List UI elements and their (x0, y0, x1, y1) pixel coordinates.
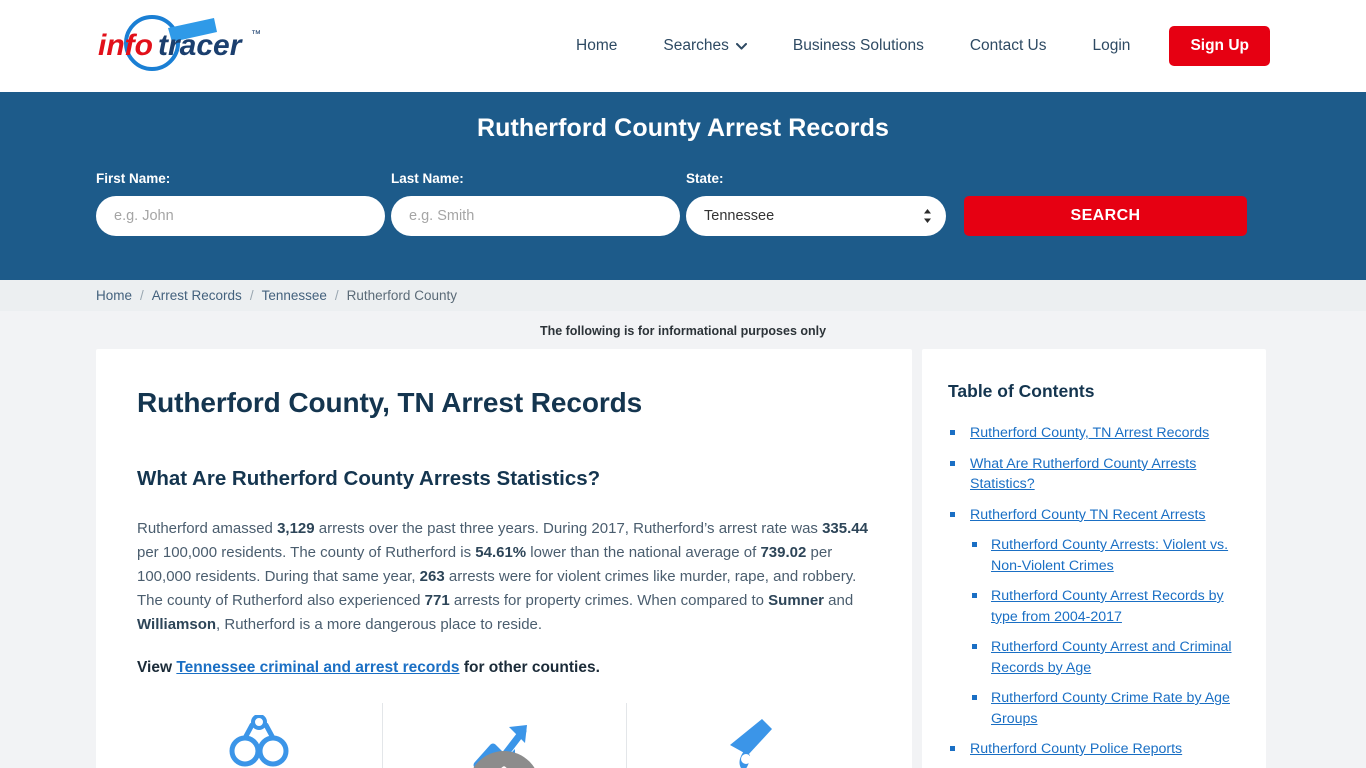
tennessee-records-link[interactable]: Tennessee criminal and arrest records (176, 659, 459, 676)
first-name-input[interactable] (96, 196, 385, 236)
toc-link-arrests-statistics[interactable]: What Are Rutherford County Arrests Stati… (970, 456, 1196, 493)
search-button[interactable]: SEARCH (964, 196, 1247, 236)
compare-county-sumner: Sumner (768, 592, 825, 609)
svg-text:info: info (98, 29, 153, 62)
view-text-before: View (137, 659, 177, 676)
state-select-wrapper: Tennessee (686, 196, 946, 236)
logo-graphic: info tracer ™ (98, 15, 261, 71)
nav-item-business-solutions[interactable]: Business Solutions (770, 37, 947, 55)
statistics-section-title: What Are Rutherford County Arrests Stati… (137, 467, 601, 490)
breadcrumb-item-tennessee[interactable]: Tennessee (262, 288, 327, 303)
toc-link-violent-vs-nonviolent[interactable]: Rutherford County Arrests: Violent vs. N… (991, 537, 1228, 574)
nav-item-searches[interactable]: Searches (640, 37, 769, 55)
chevron-down-icon (735, 42, 747, 50)
infotracer-logo[interactable]: info tracer ™ (96, 15, 271, 77)
svg-text:tracer: tracer (158, 29, 244, 62)
toc-link-records-by-age[interactable]: Rutherford County Arrest and Criminal Re… (991, 639, 1232, 676)
toc-subitem: Rutherford County Arrests: Violent vs. N… (970, 535, 1240, 576)
breadcrumb-item-home[interactable]: Home (96, 288, 132, 303)
toc-sublist: Rutherford County Arrests: Violent vs. N… (970, 535, 1240, 729)
breadcrumb-separator: / (140, 288, 144, 303)
page-title: Rutherford County, TN Arrest Records (137, 387, 643, 418)
toc-link-crime-rate-by-age-groups[interactable]: Rutherford County Crime Rate by Age Grou… (991, 690, 1230, 727)
site-header: info tracer ™ Home Searches Business Sol… (0, 0, 1366, 92)
icon-cell-handcuffs[interactable] (137, 709, 382, 768)
para-text-1: Rutherford amassed (137, 520, 278, 537)
para-text-2: arrests over the past three years. Durin… (314, 520, 823, 537)
first-name-label: First Name: (96, 171, 171, 186)
stat-violent-arrests: 263 (419, 568, 445, 585)
toc-link-records-by-type[interactable]: Rutherford County Arrest Records by type… (991, 588, 1224, 625)
toc-item: Rutherford County, TN Arrest Records (948, 423, 1240, 444)
table-of-contents-card: Table of Contents Rutherford County, TN … (922, 349, 1266, 768)
search-button-group: SEARCH (964, 196, 1247, 236)
informational-notice: The following is for informational purpo… (539, 324, 827, 338)
para-text-7: arrests for property crimes. When compar… (449, 592, 769, 609)
icon-cell-gun[interactable] (626, 703, 871, 768)
search-banner: Rutherford County Arrest Records First N… (0, 92, 1366, 280)
nav-item-contact-us[interactable]: Contact Us (947, 37, 1070, 55)
nav-item-home[interactable]: Home (553, 37, 640, 55)
stat-national-average: 739.02 (760, 544, 807, 561)
table-of-contents-list: Rutherford County, TN Arrest Records Wha… (948, 423, 1240, 768)
banner-title: Rutherford County Arrest Records (476, 114, 890, 142)
view-text-after: for other counties. (459, 659, 600, 676)
main-content-card: Rutherford County, TN Arrest Records Wha… (96, 349, 912, 768)
toc-link-recent-arrests[interactable]: Rutherford County TN Recent Arrests (970, 507, 1206, 523)
compare-county-williamson: Williamson (137, 616, 217, 633)
toc-link-police-reports[interactable]: Rutherford County Police Reports (970, 741, 1182, 757)
para-text-3: per 100,000 residents. The county of Rut… (137, 544, 476, 561)
nav-item-login[interactable]: Login (1070, 37, 1154, 55)
statistics-paragraph: Rutherford amassed 3,129 arrests over th… (137, 517, 871, 637)
stat-property-arrests: 771 (424, 592, 450, 609)
stat-percent-lower: 54.61% (475, 544, 527, 561)
handcuffs-icon (229, 715, 289, 767)
breadcrumb-item-arrest-records[interactable]: Arrest Records (152, 288, 242, 303)
toc-item: What Are Rutherford County Arrests Stati… (948, 454, 1240, 495)
nav-label-home: Home (576, 37, 618, 54)
svg-text:™: ™ (251, 29, 261, 40)
nav-label-business-solutions: Business Solutions (792, 37, 924, 54)
toc-subitem: Rutherford County Arrest Records by type… (970, 586, 1240, 627)
breadcrumb-item-rutherford-county: Rutherford County (346, 288, 457, 303)
nav-label-login: Login (1092, 37, 1131, 54)
para-text-9: , Rutherford is a more dangerous place t… (216, 616, 543, 633)
toc-item: Rutherford County Police Reports (948, 739, 1240, 760)
first-name-field-group: First Name: (96, 171, 385, 236)
stat-total-arrests: 3,129 (277, 520, 315, 537)
breadcrumb: Home / Arrest Records / Tennessee / Ruth… (0, 280, 1366, 311)
toc-subitem: Rutherford County Arrest and Criminal Re… (970, 637, 1240, 678)
state-label: State: (686, 171, 724, 186)
toc-item: Rutherford County TN Recent Arrests Ruth… (948, 505, 1240, 730)
breadcrumb-separator: / (334, 288, 339, 303)
state-field-group: State: Tennessee (686, 171, 946, 236)
gun-icon (729, 719, 772, 768)
page-content: Rutherford County, TN Arrest Records Wha… (0, 349, 1366, 768)
arrest-records-search-form: First Name: Last Name: State: Tennessee … (96, 171, 1270, 236)
sign-up-button[interactable]: Sign Up (1169, 26, 1270, 66)
last-name-input[interactable] (391, 196, 680, 236)
toc-link-arrest-records[interactable]: Rutherford County, TN Arrest Records (970, 425, 1209, 441)
toc-subitem: Rutherford County Crime Rate by Age Grou… (970, 688, 1240, 729)
breadcrumb-separator: / (249, 288, 254, 303)
para-text-8: and (824, 592, 854, 609)
main-navigation: Home Searches Business Solutions Contact… (553, 26, 1270, 66)
para-text-4: lower than the national average of (526, 544, 761, 561)
last-name-field-group: Last Name: (391, 171, 680, 236)
nav-label-searches: Searches (663, 37, 729, 54)
table-of-contents-title: Table of Contents (948, 381, 1095, 401)
stat-arrest-rate: 335.44 (822, 520, 868, 537)
nav-label-contact-us: Contact Us (969, 37, 1047, 54)
view-other-counties-line: View Tennessee criminal and arrest recor… (137, 659, 871, 677)
state-select[interactable]: Tennessee (686, 196, 946, 236)
last-name-label: Last Name: (391, 171, 464, 186)
